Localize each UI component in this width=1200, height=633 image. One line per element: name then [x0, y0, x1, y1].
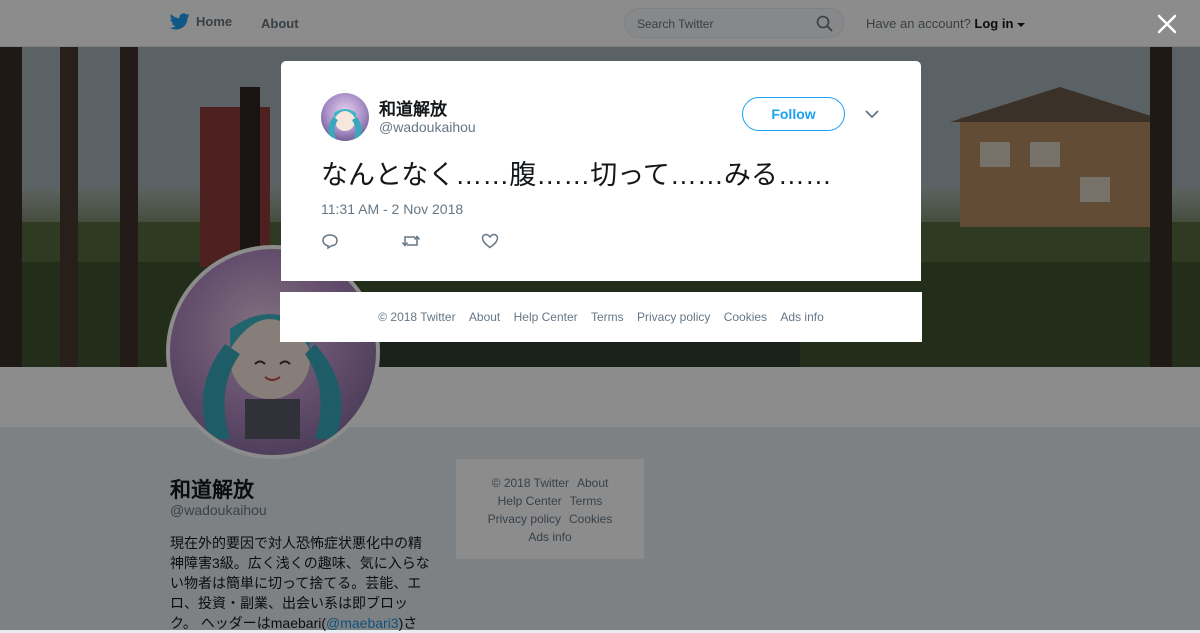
follow-button[interactable]: Follow — [742, 97, 845, 131]
modal-footer: © 2018 Twitter About Help Center Terms P… — [280, 292, 922, 342]
close-icon[interactable] — [1156, 13, 1178, 35]
modal-footer-copyright: © 2018 Twitter — [378, 310, 456, 324]
tweet-timestamp[interactable]: 11:31 AM - 2 Nov 2018 — [321, 201, 463, 217]
modal-footer-terms[interactable]: Terms — [591, 310, 624, 324]
reply-icon — [322, 234, 338, 250]
retweet-button[interactable] — [401, 232, 481, 252]
modal-footer-cookies[interactable]: Cookies — [724, 310, 767, 324]
modal-footer-privacy[interactable]: Privacy policy — [637, 310, 710, 324]
modal-footer-ads[interactable]: Ads info — [780, 310, 823, 324]
tweet-avatar-figure — [328, 109, 362, 139]
tweet-author-avatar[interactable] — [321, 93, 369, 141]
tweet-author-handle[interactable]: @wadoukaihou — [379, 119, 476, 135]
modal-footer-about[interactable]: About — [469, 310, 500, 324]
tweet-author-name[interactable]: 和道解放 — [379, 95, 447, 120]
modal-footer-help[interactable]: Help Center — [514, 310, 578, 324]
tweet-modal: 和道解放 @wadoukaihou Follow なんとなく……腹……切って……… — [281, 61, 921, 281]
tweet-actions — [321, 232, 561, 252]
like-icon — [481, 233, 499, 249]
like-button[interactable] — [481, 232, 561, 252]
chevron-down-icon[interactable] — [865, 109, 879, 119]
reply-button[interactable] — [321, 232, 401, 252]
tweet-text: なんとなく……腹……切って……みる…… — [321, 160, 832, 190]
retweet-icon — [401, 235, 421, 247]
